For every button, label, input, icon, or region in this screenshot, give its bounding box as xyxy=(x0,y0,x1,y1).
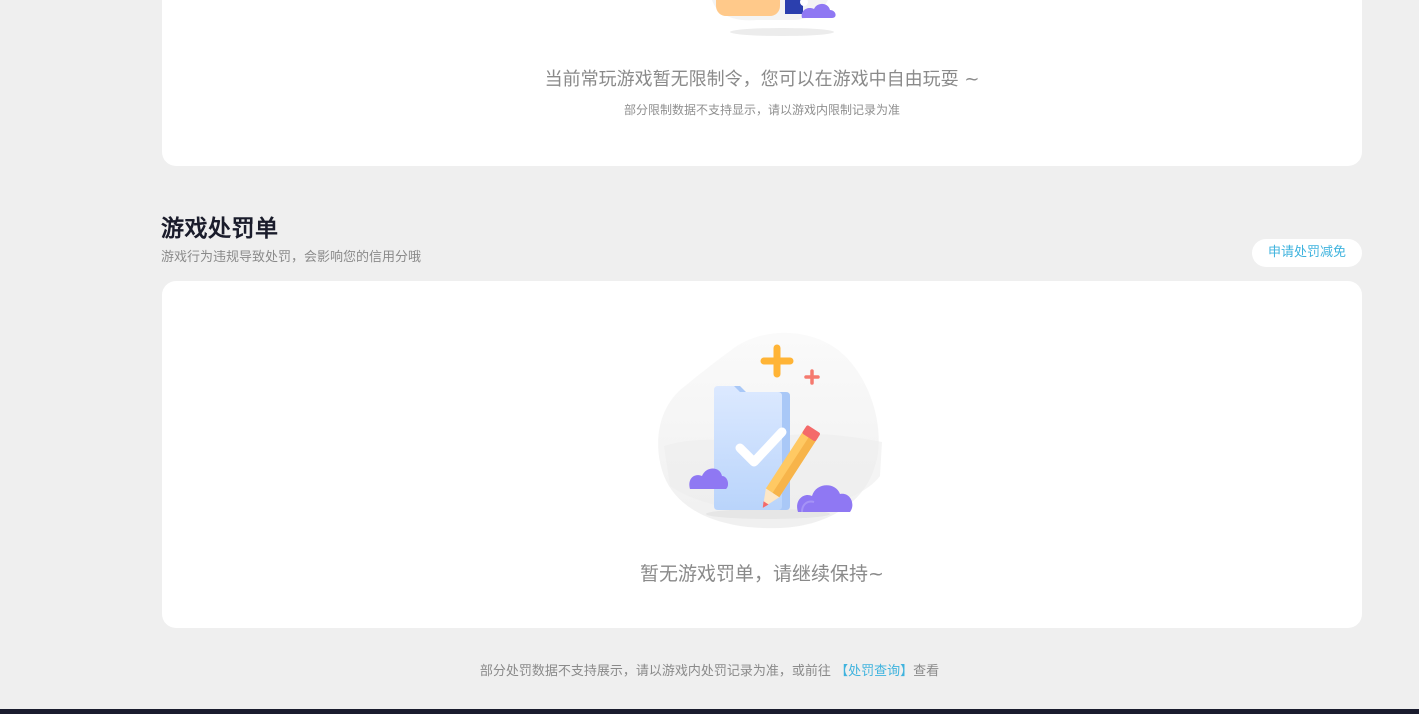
penalty-section-subtitle: 游戏行为违规导致处罚，会影响您的信用分哦 xyxy=(161,250,422,265)
penalty-empty-message: 暂无游戏罚单，请继续保持~ xyxy=(640,563,884,585)
page: 当前常玩游戏暂无限制令，您可以在游戏中自由玩耍 ~ 部分限制数据不支持显示，请以… xyxy=(0,0,1419,714)
bottom-bar xyxy=(0,709,1419,714)
penalty-query-link[interactable]: 【处罚查询】 xyxy=(835,664,913,679)
footer-note-text: 部分处罚数据不支持展示，请以游戏内处罚记录为准，或前往 xyxy=(479,664,831,679)
penalty-card: 暂无游戏罚单，请继续保持~ xyxy=(162,281,1362,628)
restriction-card: 当前常玩游戏暂无限制令，您可以在游戏中自由玩耍 ~ 部分限制数据不支持显示，请以… xyxy=(162,0,1362,166)
footer-note: 部分处罚数据不支持展示，请以游戏内处罚记录为准，或前往 【处罚查询】查看 xyxy=(0,660,1419,679)
empty-penalty-illustration xyxy=(658,332,882,529)
footer-note-suffix: 查看 xyxy=(913,664,940,679)
restriction-empty-message: 当前常玩游戏暂无限制令，您可以在游戏中自由玩耍 ~ xyxy=(544,69,980,90)
penalty-section-title: 游戏处罚单 xyxy=(161,216,279,242)
appeal-penalty-button[interactable]: 申请处罚减免 xyxy=(1252,239,1362,267)
restriction-illustration xyxy=(712,0,836,36)
restriction-note: 部分限制数据不支持显示，请以游戏内限制记录为准 xyxy=(623,103,900,117)
